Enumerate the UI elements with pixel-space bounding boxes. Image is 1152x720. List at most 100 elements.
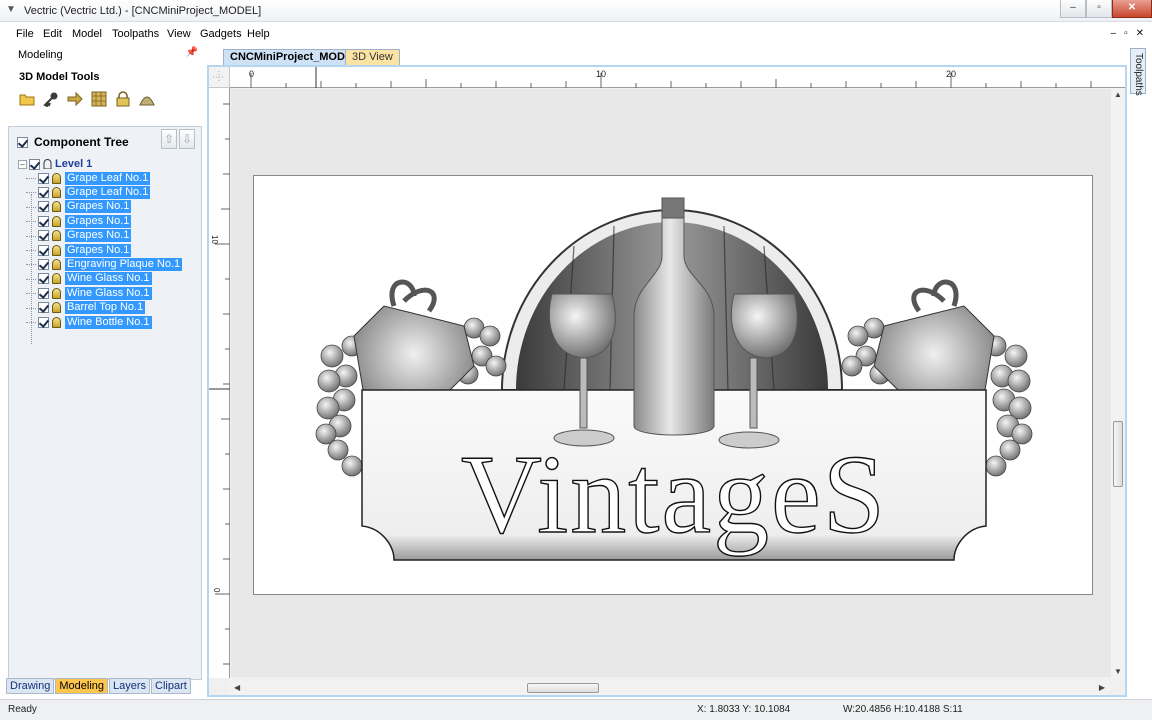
move-down-button[interactable]: ⇩ [179, 129, 195, 149]
arrow-icon[interactable] [67, 91, 83, 107]
ruler-corner[interactable] [209, 67, 230, 88]
tree-item[interactable]: Engraving Plaque No.1 [18, 257, 183, 272]
scroll-up-icon[interactable]: ▲ [1114, 90, 1122, 99]
item-checkbox[interactable] [38, 244, 49, 256]
item-checkbox[interactable] [38, 259, 49, 271]
tree-item[interactable]: Wine Bottle No.1 [18, 315, 182, 329]
item-label: Grape Leaf No.1 [65, 186, 151, 200]
document-tabs: CNCMiniProject_MODEL 3D View [207, 46, 1127, 66]
v-ruler-label-10: 10 [210, 235, 219, 244]
tree-item[interactable]: Barrel Top No.1 [18, 301, 182, 315]
lock-icon[interactable] [115, 91, 131, 107]
item-label: Grapes No.1 [65, 229, 132, 243]
item-label: Barrel Top No.1 [65, 301, 146, 315]
tab-drawing[interactable]: Drawing [6, 678, 55, 694]
mound-icon[interactable] [139, 91, 155, 107]
minimize-button[interactable]: – [1060, 0, 1086, 18]
close-button[interactable]: ✕ [1112, 0, 1152, 18]
item-checkbox[interactable] [38, 287, 49, 299]
scroll-left-icon[interactable]: ◀ [234, 683, 240, 692]
tree-level[interactable]: – Level 1 [18, 157, 182, 171]
mdi-controls: – ▫ ✕ [1111, 28, 1145, 39]
status-selection-size: W:20.4856 H:10.4188 S:11 [843, 704, 963, 715]
tree-item[interactable]: Grapes No.1 [18, 200, 182, 214]
move-up-button[interactable]: ⇧ [161, 129, 177, 149]
h-ruler-label-20: 20 [946, 69, 957, 79]
vertical-scroll-thumb[interactable] [1113, 421, 1123, 487]
item-checkbox[interactable] [38, 316, 49, 328]
item-checkbox[interactable] [38, 187, 49, 199]
panel-title: Modeling [18, 49, 63, 61]
component-icon [52, 287, 61, 299]
horizontal-ruler: 0 10 20 [230, 67, 1125, 88]
menu-view[interactable]: View [167, 28, 191, 40]
toolpaths-side-tab[interactable]: Toolpaths [1130, 48, 1146, 96]
scroll-down-icon[interactable]: ▼ [1114, 667, 1122, 676]
status-ready: Ready [8, 704, 37, 715]
key-icon[interactable] [43, 91, 59, 107]
grid-icon[interactable] [91, 91, 107, 107]
horizontal-scroll-thumb[interactable] [527, 683, 599, 693]
vintages-relief: VintageS [315, 197, 1033, 561]
drawing-canvas[interactable]: VintageS [231, 89, 1119, 677]
level-icon [43, 159, 52, 169]
component-icon [52, 302, 61, 314]
folder-icon[interactable] [19, 91, 35, 107]
maximize-button[interactable]: ▫ [1086, 0, 1112, 18]
status-coordinates: X: 1.8033 Y: 10.1084 [697, 704, 791, 715]
tree-item[interactable]: Wine Glass No.1 [18, 272, 182, 286]
order-buttons: ⇧ ⇩ [161, 129, 195, 149]
tree-item[interactable]: Grapes No.1 [18, 243, 182, 257]
window-title: Vectric (Vectric Ltd.) - [CNCMiniProject… [24, 5, 262, 17]
level-checkbox[interactable] [29, 158, 40, 170]
item-checkbox[interactable] [38, 215, 49, 227]
tab-clipart[interactable]: Clipart [151, 678, 191, 694]
mdi-restore-button[interactable]: ▫ [1124, 28, 1128, 39]
component-icon [52, 172, 61, 184]
item-label: Wine Bottle No.1 [65, 315, 152, 329]
item-checkbox[interactable] [38, 172, 49, 184]
menu-file[interactable]: File [16, 28, 34, 40]
collapse-icon[interactable]: – [18, 159, 27, 169]
2d-view: 0 10 20 10 0 VintageS ▲ ▼ ◀ ▶ [207, 65, 1127, 697]
tab-layers[interactable]: Layers [109, 678, 151, 694]
tree-item[interactable]: Wine Glass No.1 [18, 286, 182, 300]
component-tree-panel: Component Tree ⇧ ⇩ – Level 1 Grape Leaf … [8, 126, 202, 680]
item-checkbox[interactable] [38, 230, 49, 242]
h-ruler-ticks [250, 67, 1092, 88]
tree-item[interactable]: Grape Leaf No.1 [18, 171, 182, 185]
tools-title: 3D Model Tools [19, 71, 100, 83]
menu-toolpaths[interactable]: Toolpaths [112, 28, 159, 40]
scroll-right-icon[interactable]: ▶ [1099, 683, 1105, 692]
component-tree-checkbox[interactable] [17, 136, 28, 148]
app-icon: ▼ [6, 4, 16, 15]
tree-item[interactable]: Grapes No.1 [18, 229, 182, 243]
tree-item[interactable]: Grapes No.1 [18, 214, 182, 228]
item-label: Grapes No.1 [65, 243, 132, 257]
component-icon [52, 273, 61, 285]
tab-3d-view[interactable]: 3D View [345, 49, 400, 65]
pin-icon[interactable]: 📌 [186, 47, 198, 58]
mdi-close-button[interactable]: ✕ [1136, 28, 1144, 39]
item-label: Grapes No.1 [65, 200, 132, 214]
component-icon [52, 187, 61, 199]
item-label: Wine Glass No.1 [65, 272, 152, 286]
level-label: Level 1 [55, 158, 93, 170]
component-icon [52, 259, 61, 271]
mdi-minimize-button[interactable]: – [1111, 28, 1117, 39]
vertical-scrollbar[interactable]: ▲ ▼ [1111, 88, 1125, 678]
item-checkbox[interactable] [38, 273, 49, 285]
menu-model[interactable]: Model [72, 28, 102, 40]
horizontal-scrollbar[interactable]: ◀ ▶ [230, 681, 1109, 695]
menu-edit[interactable]: Edit [43, 28, 62, 40]
menu-help[interactable]: Help [247, 28, 270, 40]
tab-modeling[interactable]: Modeling [55, 678, 108, 694]
component-icon [52, 244, 61, 256]
item-checkbox[interactable] [38, 302, 49, 314]
item-label: Grape Leaf No.1 [65, 171, 151, 185]
tree-item[interactable]: Grape Leaf No.1 [18, 185, 182, 200]
status-bar: Ready X: 1.8033 Y: 10.1084 W:20.4856 H:1… [0, 699, 1152, 720]
menu-gadgets[interactable]: Gadgets [200, 28, 242, 40]
h-ruler-label-0: 0 [249, 69, 255, 79]
item-checkbox[interactable] [38, 201, 49, 213]
